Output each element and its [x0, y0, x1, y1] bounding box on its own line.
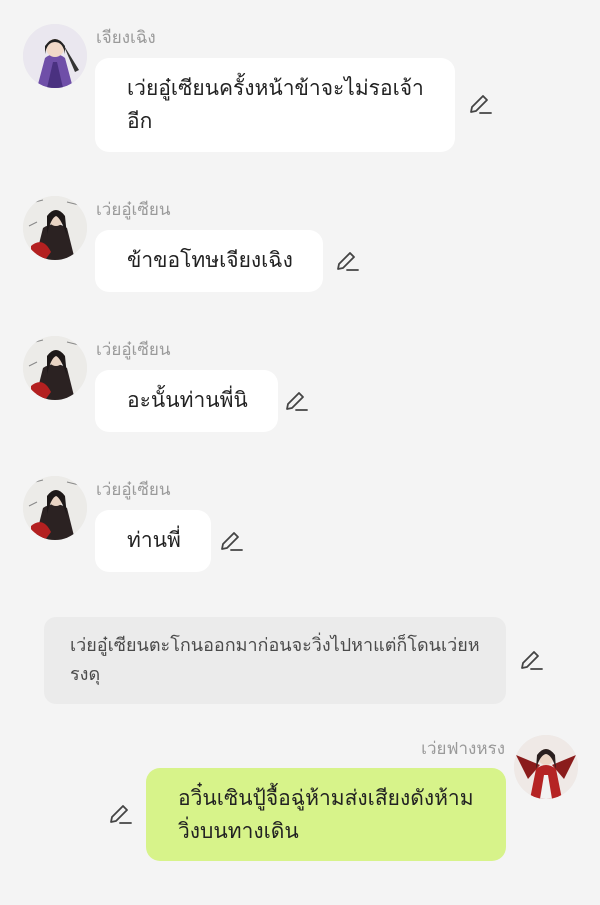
my-message-bubble[interactable]: อวิ๋นเซินปู้จื้อฉู่ห้ามส่งเสียงดังห้ามวิ… — [146, 768, 506, 861]
purple-robed-character-avatar-icon[interactable] — [23, 24, 87, 88]
edit-pencil-icon[interactable] — [283, 388, 309, 414]
red-winged-character-avatar-icon[interactable] — [514, 735, 578, 799]
edit-pencil-icon[interactable] — [518, 647, 544, 673]
black-red-robed-character-avatar-icon[interactable] — [23, 476, 87, 540]
sender-name: เว่ยฟางหรง — [421, 739, 505, 759]
sender-name: เว่ยอู๋เซียน — [96, 480, 171, 500]
sender-name: เว่ยอู๋เซียน — [96, 200, 171, 220]
edit-pencil-icon[interactable] — [467, 91, 493, 117]
edit-pencil-icon[interactable] — [218, 528, 244, 554]
message-bubble[interactable]: ข้าขอโทษเจียงเฉิง — [95, 230, 323, 292]
message-bubble[interactable]: อะนั้นท่านพี่นิ — [95, 370, 278, 432]
black-red-robed-character-avatar-icon[interactable] — [23, 196, 87, 260]
sender-name: เว่ยอู๋เซียน — [96, 340, 171, 360]
narration-box[interactable]: เว่ยอู๋เซียนตะโกนออกมาก่อนจะวิ่งไปหาแต่ก… — [44, 617, 506, 704]
black-red-robed-character-avatar-icon[interactable] — [23, 336, 87, 400]
sender-name: เจียงเฉิง — [96, 28, 156, 48]
message-bubble[interactable]: เว่ยอู๋เซียนครั้งหน้าข้าจะไม่รอเจ้าอีก — [95, 58, 455, 152]
message-bubble[interactable]: ท่านพี่ — [95, 510, 211, 572]
edit-pencil-icon[interactable] — [334, 248, 360, 274]
edit-pencil-icon[interactable] — [107, 801, 133, 827]
